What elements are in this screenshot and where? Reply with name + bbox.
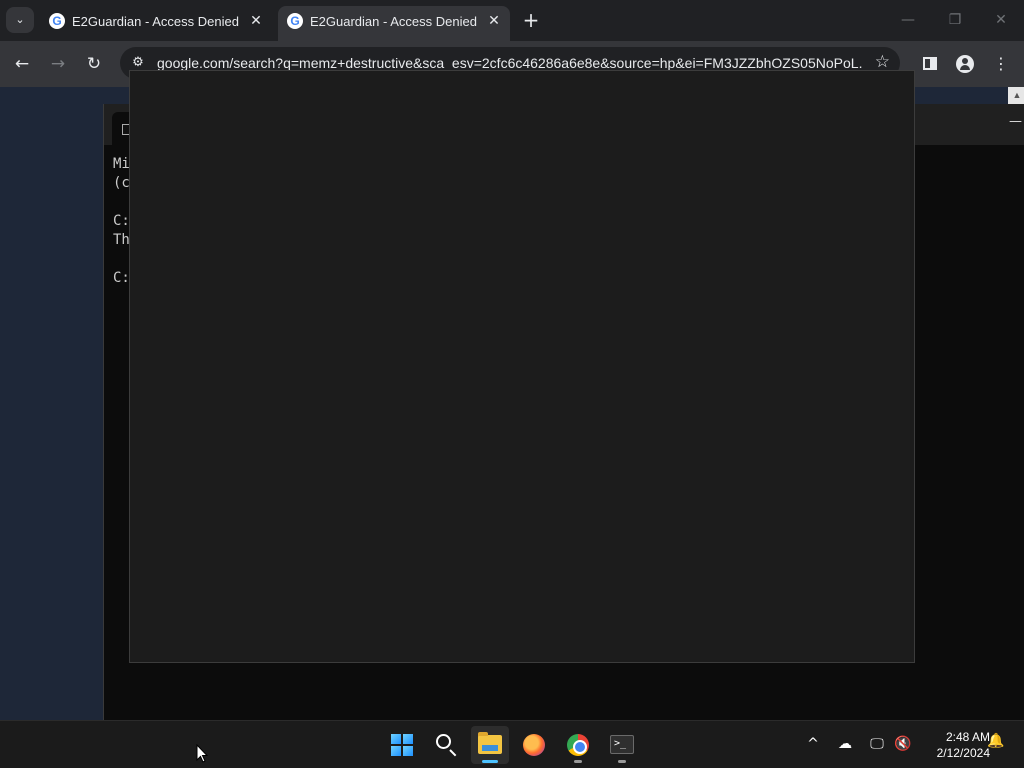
- chrome-button[interactable]: [559, 726, 597, 764]
- start-button[interactable]: [383, 726, 421, 764]
- reload-button[interactable]: ↻: [79, 49, 109, 79]
- tab-title: E2Guardian - Access Denied: [310, 14, 477, 29]
- google-g-icon: G: [49, 13, 65, 29]
- forward-button[interactable]: →: [43, 49, 73, 79]
- console-line: C:: [113, 270, 130, 286]
- running-indicator: [618, 760, 626, 763]
- minimize-button[interactable]: —: [893, 8, 923, 32]
- terminal-button[interactable]: >_: [603, 726, 641, 764]
- volume-muted-icon[interactable]: 🔇: [892, 731, 914, 757]
- restore-button[interactable]: ❐: [940, 8, 970, 32]
- console-output: Mi (c C: Th C:: [113, 155, 130, 288]
- browser-tabstrip: ⌄ G E2Guardian - Access Denied ✕ G E2Gua…: [0, 0, 1024, 41]
- running-indicator: [482, 760, 498, 763]
- tray-overflow-chevron-icon[interactable]: ^: [802, 731, 824, 757]
- network-icon[interactable]: 🖵: [866, 731, 888, 757]
- mouse-cursor-icon: [196, 744, 208, 763]
- tab-active[interactable]: G E2Guardian - Access Denied ✕: [278, 6, 510, 41]
- tab-close-button[interactable]: ✕: [246, 11, 266, 31]
- tab-search-button[interactable]: ⌄: [6, 7, 34, 33]
- profile-icon: [956, 55, 974, 73]
- google-g-icon: G: [287, 13, 303, 29]
- side-panel-button[interactable]: [915, 49, 945, 79]
- folder-icon: [478, 732, 502, 754]
- browser-menu-button[interactable]: ⋮: [986, 49, 1016, 79]
- close-window-button[interactable]: ✕: [986, 8, 1016, 32]
- console-line: C:: [113, 213, 130, 229]
- search-icon: [436, 734, 451, 749]
- tab-close-button[interactable]: ✕: [484, 11, 504, 31]
- search-button[interactable]: [427, 726, 465, 764]
- console-line: Mi: [113, 156, 130, 172]
- side-panel-icon: [923, 57, 937, 70]
- desktop: ▲ — Mi (c C: Th C: ⌄ G E2Guardian - Access…: [0, 0, 1024, 768]
- console-minimize-button[interactable]: —: [1009, 114, 1022, 129]
- address-input[interactable]: google.com/search?q=memz+destructive&sca…: [157, 55, 863, 71]
- clock[interactable]: 2:48 AM 2/12/2024: [918, 729, 990, 761]
- clock-time: 2:48 AM: [945, 730, 990, 744]
- scroll-up-arrow[interactable]: ▲: [1008, 86, 1024, 104]
- console-line: Th: [113, 232, 130, 248]
- terminal-icon: >_: [610, 735, 634, 754]
- taskbar: >_ ^ ☁ 🖵 🔇 2:48 AM 2/12/2024 🔔: [0, 720, 1024, 768]
- new-tab-button[interactable]: +: [518, 7, 544, 33]
- omnibox-dropdown: [129, 70, 915, 663]
- running-indicator: [574, 760, 582, 763]
- tab-title: E2Guardian - Access Denied: [72, 14, 239, 29]
- windows-logo-icon: [391, 734, 413, 756]
- profile-button[interactable]: [950, 49, 980, 79]
- chrome-icon: [567, 734, 589, 756]
- firefox-icon: [523, 734, 545, 756]
- notification-bell-icon[interactable]: 🔔: [987, 733, 1005, 755]
- firefox-button[interactable]: [515, 726, 553, 764]
- bookmark-star-icon[interactable]: ☆: [875, 52, 890, 72]
- file-explorer-button[interactable]: [471, 726, 509, 764]
- onedrive-icon[interactable]: ☁: [834, 731, 856, 757]
- clock-date: 2/12/2024: [936, 746, 990, 760]
- back-button[interactable]: ←: [7, 49, 37, 79]
- tab-inactive[interactable]: G E2Guardian - Access Denied ✕: [40, 6, 272, 41]
- console-line: (c: [113, 175, 130, 191]
